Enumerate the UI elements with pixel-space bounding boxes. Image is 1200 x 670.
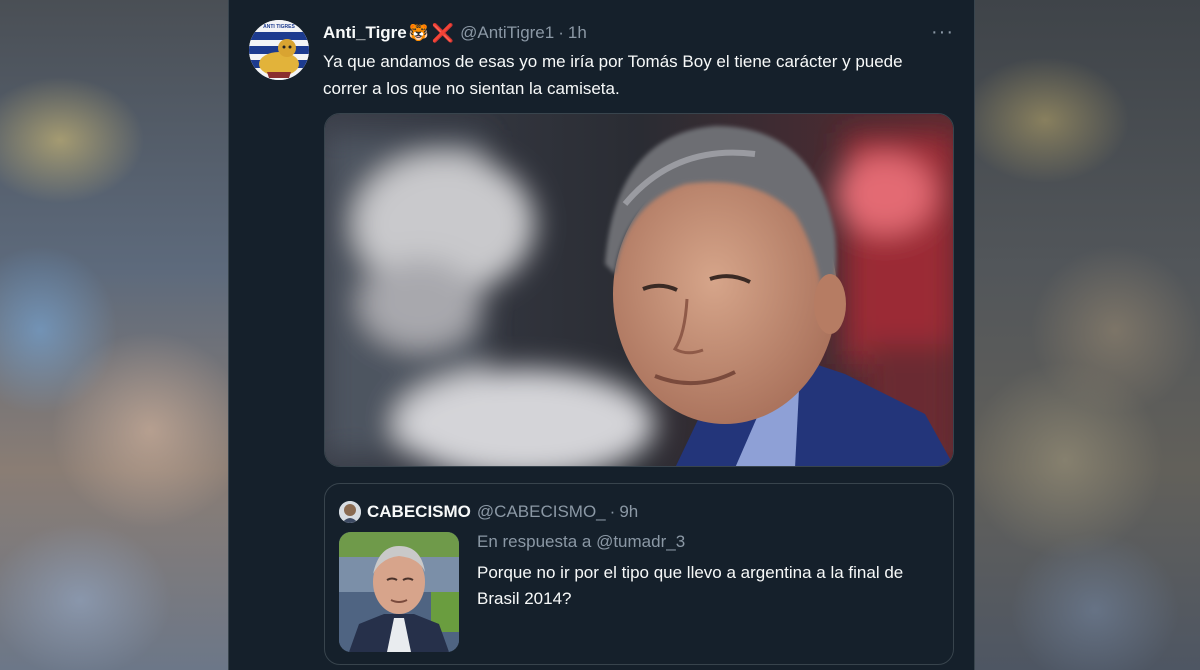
quoted-separator-dot: ·	[609, 502, 616, 521]
quoted-timestamp[interactable]: 9h	[619, 502, 638, 522]
reply-context[interactable]: En respuesta a @tumadr_3	[477, 532, 685, 552]
cabecismo-avatar-icon[interactable]	[339, 501, 361, 523]
quoted-tweet-photo[interactable]	[339, 532, 459, 652]
avatar-caption: ANTI TIGRES	[263, 24, 295, 30]
tweet-timestamp[interactable]: 1h	[568, 23, 587, 43]
quoted-author-name[interactable]: CABECISMO	[367, 502, 471, 522]
cross-mark-icon: ❌	[431, 22, 455, 43]
photo-older-man	[339, 532, 459, 652]
tweet-card[interactable]: ANTI TIGRES Anti_Tigre 🐯 ❌ @AntiTigre1 ·…	[228, 0, 975, 670]
quoted-tweet[interactable]: CABECISMO @CABECISMO_ · 9h En respuesta …	[324, 483, 954, 665]
author-avatar[interactable]: ANTI TIGRES	[249, 20, 309, 80]
separator-dot: ·	[558, 23, 564, 42]
tweet-text: Ya que andamos de esas yo me iría por To…	[323, 52, 903, 98]
author-handle[interactable]: @AntiTigre1	[460, 23, 554, 43]
tweet-header: Anti_Tigre 🐯 ❌ @AntiTigre1 · 1h ···	[323, 21, 954, 45]
tiger-emoji-icon: 🐯	[408, 25, 429, 42]
photo-man-portrait	[325, 114, 953, 466]
tweet-photo[interactable]	[324, 113, 954, 467]
author-name[interactable]: Anti_Tigre	[323, 23, 407, 43]
blurred-background-left	[0, 0, 228, 670]
tiger-avatar-icon: ANTI TIGRES	[249, 20, 309, 80]
more-horizontal-icon[interactable]: ···	[931, 21, 954, 44]
quoted-tweet-text: Porque no ir por el tipo que llevo a arg…	[477, 563, 904, 608]
quoted-tweet-header: CABECISMO @CABECISMO_ · 9h	[339, 500, 638, 524]
quoted-author-handle[interactable]: @CABECISMO_	[477, 502, 606, 522]
blurred-background-right	[975, 0, 1200, 670]
